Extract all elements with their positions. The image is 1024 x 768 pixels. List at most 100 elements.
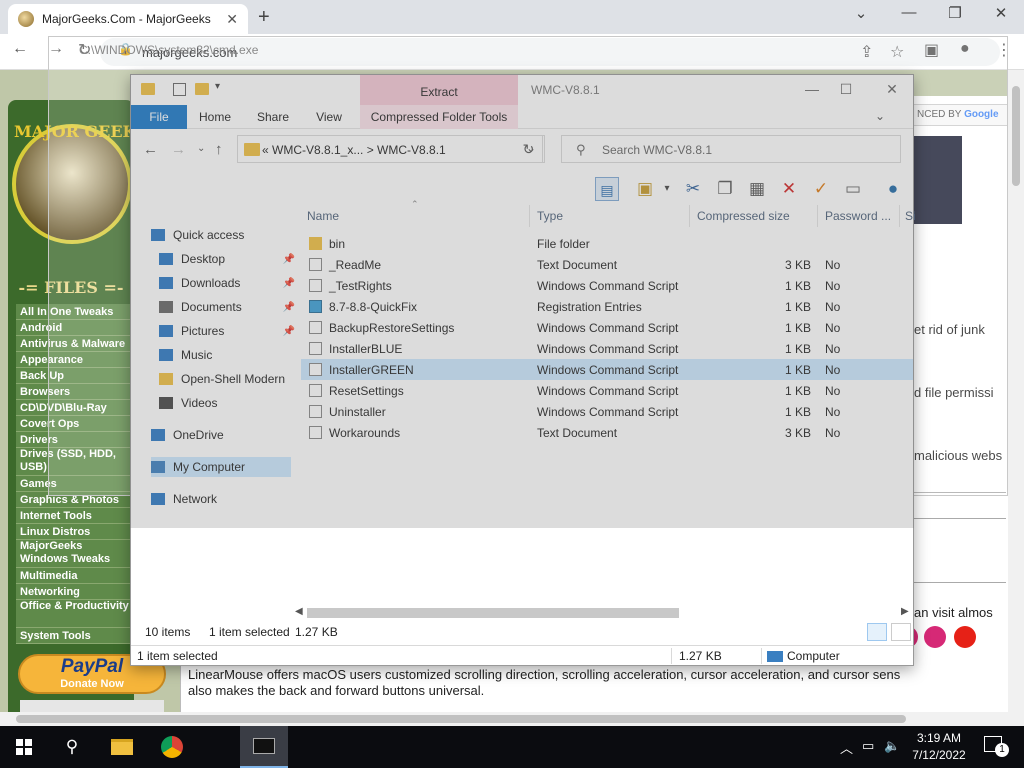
pin-icon[interactable]: 📌 xyxy=(283,254,295,265)
tab-home[interactable]: Home xyxy=(193,105,237,129)
column-size[interactable]: Si xyxy=(905,209,916,223)
show-hidden-icons-chevron-icon[interactable]: ︿ xyxy=(840,738,853,757)
tab-compressed-folder-tools[interactable]: Compressed Folder Tools xyxy=(360,105,518,129)
chevron-down-icon[interactable]: ⌄ xyxy=(846,4,876,22)
column-separator[interactable] xyxy=(689,205,690,227)
cmd-taskbar-icon[interactable] xyxy=(240,726,288,768)
file-explorer-taskbar-icon[interactable] xyxy=(98,726,146,768)
notification-center-icon[interactable]: 1 xyxy=(984,736,1009,757)
file-row[interactable]: _TestRights Windows Command Script 1 KB No xyxy=(301,275,913,296)
refresh-button[interactable]: ↻ xyxy=(515,135,543,163)
youtube-icon[interactable] xyxy=(954,626,976,648)
scroll-left-icon[interactable]: ◀ xyxy=(295,606,303,617)
nav-item[interactable]: My Computer xyxy=(151,457,291,477)
minimize-button[interactable]: — xyxy=(894,4,924,21)
extract-icon[interactable]: ▭ xyxy=(841,177,865,201)
tab-file[interactable]: File xyxy=(131,105,187,129)
column-separator[interactable] xyxy=(817,205,818,227)
search-icon[interactable]: ⚲ xyxy=(48,726,96,768)
file-row[interactable]: 8.7-8.8-QuickFix Registration Entries 1 KB… xyxy=(301,296,913,317)
nav-item[interactable]: Open-Shell Modern xyxy=(159,369,299,389)
cut-icon[interactable]: ✂ xyxy=(681,177,705,201)
new-folder-icon[interactable] xyxy=(195,83,209,95)
nav-item[interactable]: Quick access xyxy=(151,225,291,245)
scroll-right-icon[interactable]: ▶ xyxy=(901,606,909,617)
file-row[interactable]: Workarounds Text Document 3 KB No xyxy=(301,422,913,443)
new-tab-button[interactable]: + xyxy=(258,6,270,29)
category-link[interactable]: Office & Productivity xyxy=(16,600,130,628)
category-link[interactable]: Internet Tools xyxy=(16,508,130,524)
article-snippet-4[interactable]: an visit almos xyxy=(914,605,993,620)
category-link[interactable]: MajorGeeks Windows Tweaks xyxy=(16,540,130,568)
details-view-icon[interactable] xyxy=(867,623,887,641)
paste-icon[interactable]: ▦ xyxy=(745,177,769,201)
column-compressed-size[interactable]: Compressed size xyxy=(697,209,790,223)
recent-locations-chevron-icon[interactable]: ⌄ xyxy=(197,143,205,154)
page-horizontal-scrollbar[interactable] xyxy=(0,712,1024,726)
file-row[interactable]: InstallerGREEN Windows Command Script 1 KB… xyxy=(301,359,913,380)
category-link[interactable]: System Tools xyxy=(16,628,130,644)
file-row[interactable]: BackupRestoreSettings Windows Command Scr… xyxy=(301,317,913,338)
nav-item[interactable]: Pictures 📌 xyxy=(159,321,299,341)
volume-icon[interactable]: 🔈 xyxy=(884,738,900,754)
globe-icon[interactable]: ● xyxy=(881,177,905,201)
nav-item[interactable]: OneDrive xyxy=(151,425,291,445)
back-arrow-icon[interactable]: ← xyxy=(12,40,28,58)
large-icons-view-icon[interactable] xyxy=(891,623,911,641)
page-vertical-scrollbar[interactable] xyxy=(1008,70,1024,712)
nav-item[interactable]: Downloads 📌 xyxy=(159,273,299,293)
column-name[interactable]: Name xyxy=(307,209,339,223)
address-bar[interactable]: « WMC-V8.8.1_x... > WMC-V8.8.1 ⌄ xyxy=(237,135,545,163)
column-type[interactable]: Type xyxy=(537,209,563,223)
file-row[interactable]: _ReadMe Text Document 3 KB No xyxy=(301,254,913,275)
nav-item[interactable]: Music xyxy=(159,345,299,365)
search-input[interactable]: ⚲ Search WMC-V8.8.1 xyxy=(561,135,901,163)
category-link[interactable]: Multimedia xyxy=(16,568,130,584)
file-row[interactable]: ResetSettings Windows Command Script 1 KB N… xyxy=(301,380,913,401)
category-link[interactable]: Networking xyxy=(16,584,130,600)
file-row[interactable]: Uninstaller Windows Command Script 1 KB No xyxy=(301,401,913,422)
chrome-taskbar-icon[interactable] xyxy=(148,726,196,768)
tab-close-icon[interactable]: ✕ xyxy=(226,11,238,28)
column-separator[interactable] xyxy=(899,205,900,227)
restore-button[interactable]: ❐ xyxy=(940,4,970,22)
extract-context-tab[interactable]: Extract xyxy=(360,75,518,105)
network-icon[interactable]: ▭ xyxy=(862,738,874,754)
tab-view[interactable]: View xyxy=(307,105,351,129)
scroll-thumb[interactable] xyxy=(1012,86,1020,186)
file-explorer-window[interactable]: ▾ Extract WMC-V8.8.1 — ☐ ✕ File Home Sha… xyxy=(130,74,916,666)
nav-item[interactable]: Desktop 📌 xyxy=(159,249,299,269)
instagram-icon[interactable] xyxy=(924,626,946,648)
quick-access-dropdown-icon[interactable]: ▾ xyxy=(215,81,229,93)
file-row[interactable]: bin File folder xyxy=(301,233,913,254)
pin-icon[interactable]: 📌 xyxy=(283,326,295,337)
explorer-titlebar[interactable]: ▾ Extract WMC-V8.8.1 — ☐ ✕ xyxy=(131,75,913,105)
breadcrumb[interactable]: « WMC-V8.8.1_x... > WMC-V8.8.1 xyxy=(262,143,446,157)
start-button[interactable] xyxy=(0,726,48,768)
pin-icon[interactable]: 📌 xyxy=(283,302,295,313)
article-text[interactable]: LinearMouse offers macOS users customize… xyxy=(188,667,900,699)
scroll-thumb[interactable] xyxy=(307,608,679,618)
column-separator[interactable] xyxy=(529,205,530,227)
copy-icon[interactable]: ❐ xyxy=(713,177,737,201)
file-list-horizontal-scrollbar[interactable]: ◀ ▶ xyxy=(291,605,913,621)
properties-check-icon[interactable] xyxy=(173,83,186,96)
file-row[interactable]: InstallerBLUE Windows Command Script 1 KB N… xyxy=(301,338,913,359)
maximize-icon[interactable]: ☐ xyxy=(831,81,861,98)
nav-item[interactable]: Documents 📌 xyxy=(159,297,299,317)
back-arrow-icon[interactable]: ← xyxy=(143,141,158,158)
tab-share[interactable]: Share xyxy=(251,105,295,129)
forward-arrow-icon[interactable]: → xyxy=(171,141,186,158)
column-password[interactable]: Password ... xyxy=(825,209,891,223)
folder-dropdown-icon[interactable]: ▾ xyxy=(655,177,679,201)
pin-icon[interactable]: 📌 xyxy=(283,278,295,289)
check-icon[interactable]: ✓ xyxy=(809,177,833,201)
browser-tab[interactable]: MajorGeeks.Com - MajorGeeks ✕ xyxy=(8,4,248,34)
clock[interactable]: 3:19 AM 7/12/2022 xyxy=(904,730,974,764)
minimize-icon[interactable]: — xyxy=(797,81,827,97)
nav-item[interactable]: Network xyxy=(151,489,291,509)
delete-icon[interactable]: ✕ xyxy=(777,177,801,201)
ribbon-expand-chevron-icon[interactable]: ⌄ xyxy=(875,109,885,123)
scroll-thumb[interactable] xyxy=(16,715,906,723)
category-link[interactable]: Linux Distros xyxy=(16,524,130,540)
